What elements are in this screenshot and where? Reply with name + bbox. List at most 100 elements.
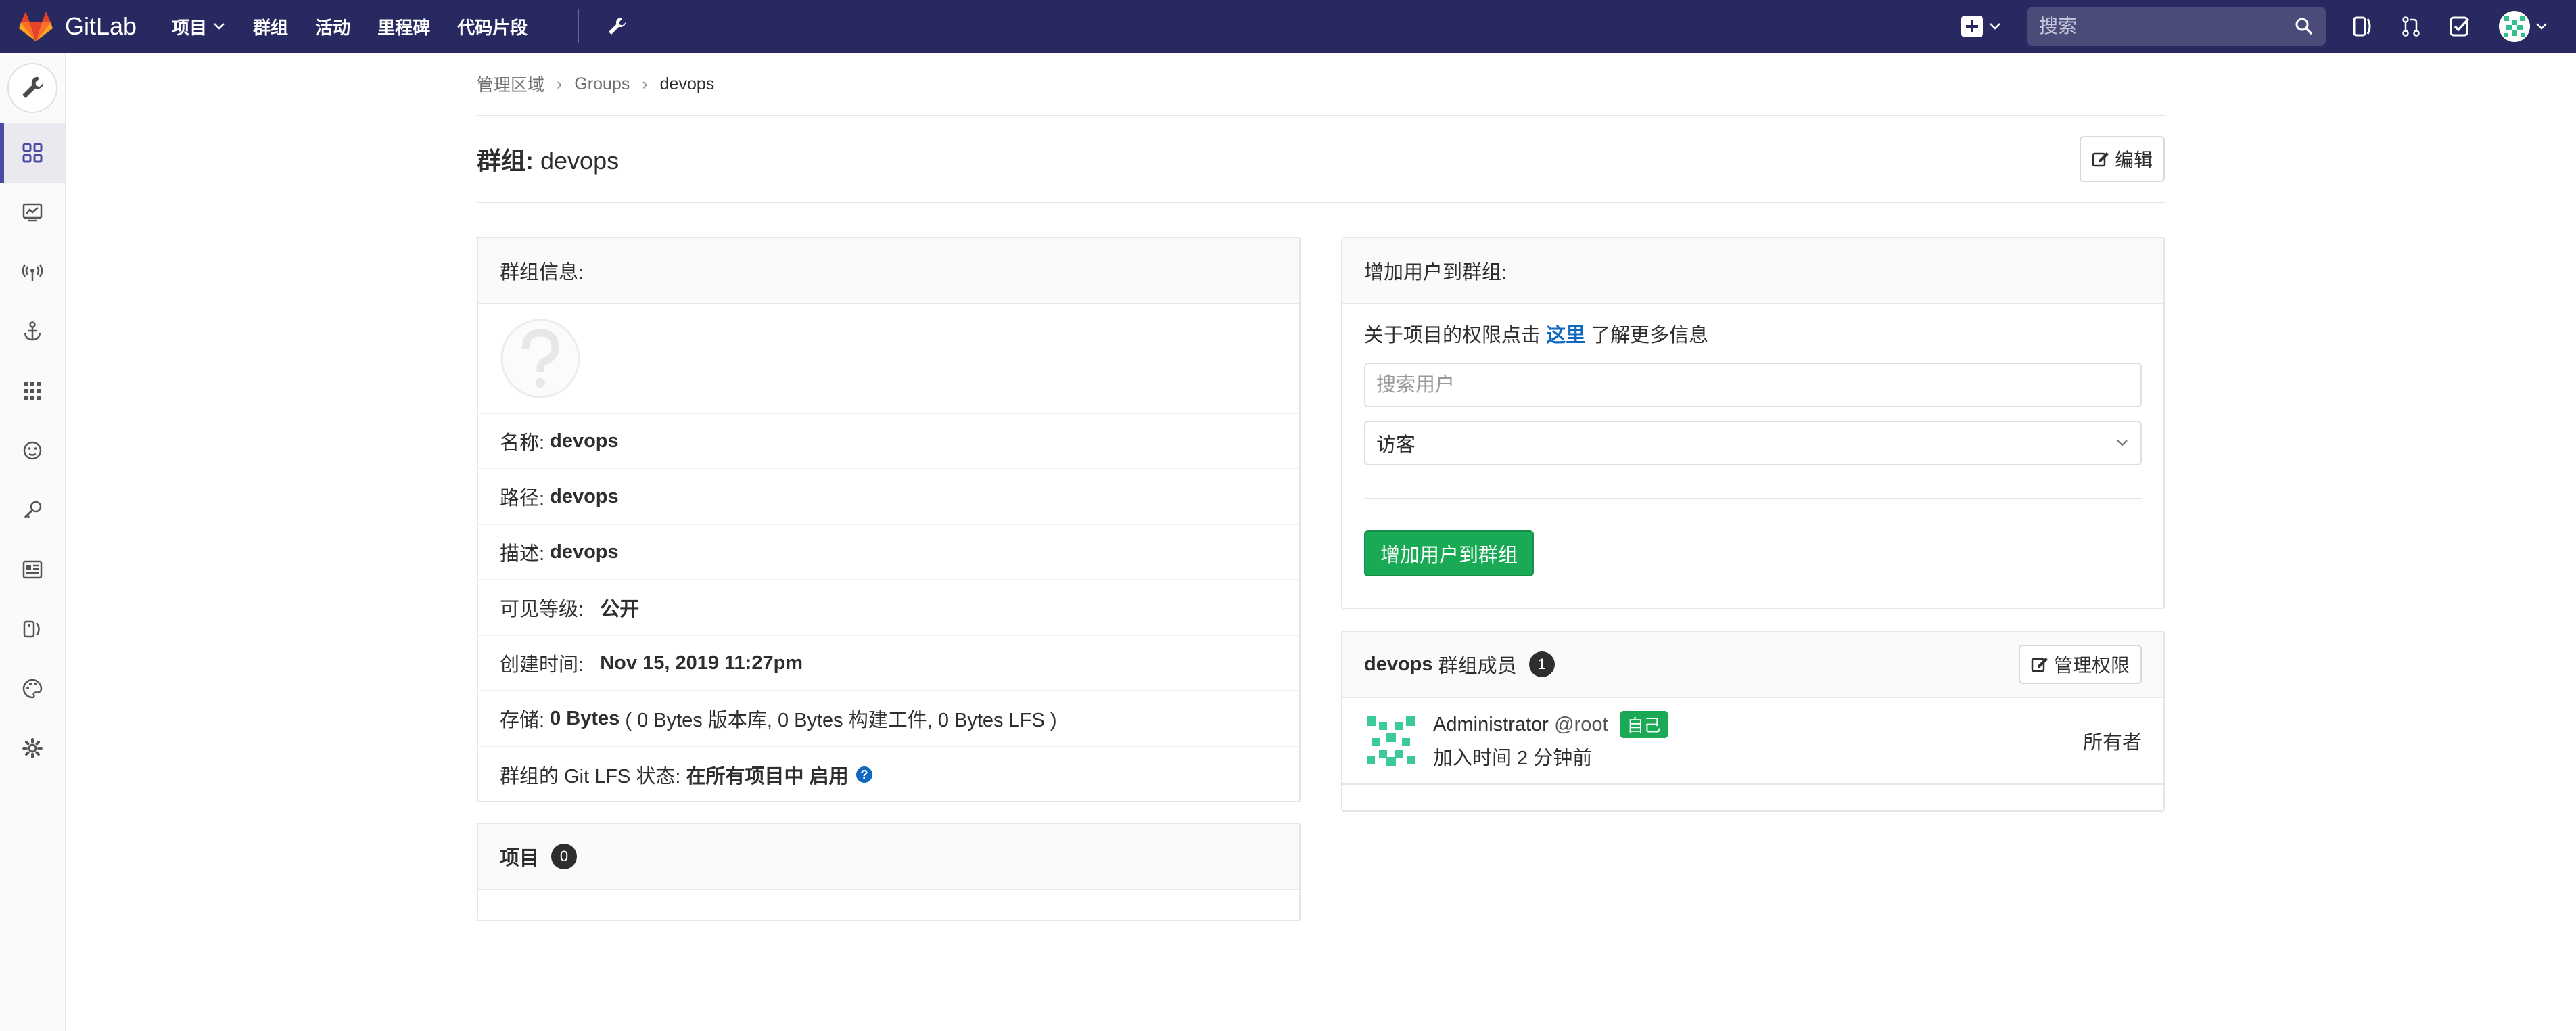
brand[interactable]: GitLab <box>19 11 137 42</box>
group-lfs-value: 在所有项目中 启用 <box>686 766 849 787</box>
top-navbar: GitLab 项目 群组 活动 里程碑 代码片段 <box>0 0 2576 53</box>
page-title-name: devops <box>540 147 619 175</box>
search-box[interactable] <box>2027 7 2326 46</box>
admin-sidebar <box>0 53 66 1031</box>
gear-icon <box>22 738 43 758</box>
new-dropdown[interactable] <box>1961 15 2003 38</box>
group-storage-row: 存储: 0 Bytes ( 0 Bytes 版本库, 0 Bytes 构建工件,… <box>478 691 1299 747</box>
applications-icon <box>24 382 41 400</box>
todos-link[interactable] <box>2449 16 2470 37</box>
access-level-select[interactable]: 访客 <box>1364 421 2142 465</box>
group-name-value: devops <box>550 430 619 452</box>
sidebar-item-deploy-keys[interactable] <box>0 480 65 540</box>
gitlab-logo-icon <box>19 12 53 41</box>
nav-groups-link[interactable]: 群组 <box>253 14 288 39</box>
edit-group-button[interactable]: 编辑 <box>2079 136 2165 182</box>
chevron-right-icon: › <box>557 74 563 93</box>
avatar <box>2499 11 2530 42</box>
form-divider <box>1364 498 2142 499</box>
search-input[interactable] <box>2039 16 2269 37</box>
page-title: 群组: devops <box>477 141 619 177</box>
breadcrumb-admin-area[interactable]: 管理区域 <box>477 72 544 96</box>
group-visibility-row: 可见等级: 公开 <box>478 580 1299 636</box>
wrench-icon <box>609 18 626 35</box>
nav-milestones-link[interactable]: 里程碑 <box>377 14 430 39</box>
anchor-icon <box>24 321 41 341</box>
svg-text:?: ? <box>860 768 868 781</box>
projects-heading-label: 项目 <box>500 848 540 869</box>
todo-check-icon <box>2450 16 2470 37</box>
self-badge: 自己 <box>1620 711 1668 738</box>
manage-access-button[interactable]: 管理权限 <box>2018 645 2142 684</box>
members-heading-label: 群组成员 <box>1438 656 1517 677</box>
projects-count-badge: 0 <box>551 844 578 869</box>
sidebar-context-header[interactable] <box>0 53 65 123</box>
nav-projects-dropdown[interactable]: 项目 <box>172 14 226 39</box>
chevron-down-icon <box>2536 23 2547 30</box>
access-level-value: 访客 <box>1376 434 1416 456</box>
sidebar-item-service-templates[interactable] <box>0 540 65 599</box>
add-user-to-group-button[interactable]: 增加用户到群组 <box>1364 530 1535 576</box>
group-created-value: Nov 15, 2019 11:27pm <box>600 651 803 674</box>
admin-area-link[interactable] <box>606 16 628 37</box>
sidebar-item-monitoring[interactable] <box>0 183 65 242</box>
broadcast-icon <box>22 264 43 281</box>
group-name-label: 名称: <box>500 432 545 454</box>
nav-projects-label: 项目 <box>172 17 208 38</box>
sidebar-item-settings[interactable] <box>0 718 65 778</box>
admin-area-avatar <box>9 64 56 112</box>
member-name[interactable]: Administrator <box>1433 714 1549 736</box>
user-search-field[interactable] <box>1364 363 2142 407</box>
add-user-hint: 关于项目的权限点击 这里 了解更多信息 <box>1364 304 2142 363</box>
key-icon <box>24 501 42 519</box>
wrench-icon <box>22 76 44 98</box>
question-circle-icon[interactable]: ? <box>856 766 873 783</box>
user-menu-dropdown[interactable] <box>2499 11 2549 42</box>
group-storage-label: 存储: <box>500 710 545 731</box>
edit-pencil-icon <box>2092 152 2109 167</box>
manage-access-label: 管理权限 <box>2053 655 2130 676</box>
permissions-help-link[interactable]: 这里 <box>1546 319 1585 348</box>
edit-group-label: 编辑 <box>2114 150 2153 170</box>
page-title-prefix: 群组: <box>477 147 534 175</box>
projects-heading: 项目 0 <box>478 824 1299 890</box>
add-user-hint-before: 关于项目的权限点击 <box>1364 325 1541 346</box>
sidebar-item-labels[interactable] <box>0 599 65 659</box>
group-lfs-label: 群组的 Git LFS 状态: <box>500 766 681 787</box>
breadcrumb: 管理区域 › Groups › devops <box>477 53 2165 116</box>
group-storage-value: 0 Bytes <box>550 707 620 729</box>
members-count-badge: 1 <box>1528 651 1555 677</box>
overview-grid-icon <box>22 143 43 163</box>
breadcrumb-current[interactable]: devops <box>660 74 715 94</box>
group-info-panel: 群组信息: 名称: devops 路径: devops 描述: devops 可… <box>477 237 1301 802</box>
sidebar-item-appearance[interactable] <box>0 659 65 718</box>
nav-snippets-link[interactable]: 代码片段 <box>457 14 528 39</box>
breadcrumb-groups[interactable]: Groups <box>574 74 630 94</box>
member-joined: 加入时间 2 分钟前 <box>1433 748 1593 769</box>
chevron-down-icon <box>1990 23 2000 30</box>
add-user-heading: 增加用户到群组: <box>1342 238 2163 304</box>
sidebar-item-abuse-reports[interactable] <box>0 421 65 480</box>
sidebar-item-messages[interactable] <box>0 242 65 302</box>
issues-icon <box>2353 16 2371 37</box>
sidebar-item-overview[interactable] <box>0 123 65 183</box>
brand-name: GitLab <box>65 12 137 40</box>
group-description-row: 描述: devops <box>478 525 1299 580</box>
labels-icon <box>23 620 40 638</box>
merge-request-icon <box>2402 16 2420 37</box>
issues-link[interactable] <box>2353 16 2373 37</box>
sidebar-item-applications[interactable] <box>0 361 65 421</box>
member-row: Administrator @root 自己 加入时间 2 分钟前 所有者 <box>1342 698 2163 785</box>
merge-requests-link[interactable] <box>2402 16 2420 37</box>
service-templates-icon <box>22 560 43 579</box>
nav-activity-link[interactable]: 活动 <box>315 14 350 39</box>
sidebar-item-system-hooks[interactable] <box>0 302 65 361</box>
edit-pencil-icon <box>2031 658 2048 672</box>
user-search-input[interactable] <box>1376 373 2130 396</box>
members-group-name: devops <box>1364 653 1433 675</box>
member-username: @root <box>1554 713 1608 735</box>
group-created-row: 创建时间: Nov 15, 2019 11:27pm <box>478 636 1299 691</box>
page-header: 群组: devops 编辑 <box>477 116 2165 203</box>
member-avatar[interactable] <box>1364 714 1418 768</box>
monitoring-icon <box>22 203 43 222</box>
